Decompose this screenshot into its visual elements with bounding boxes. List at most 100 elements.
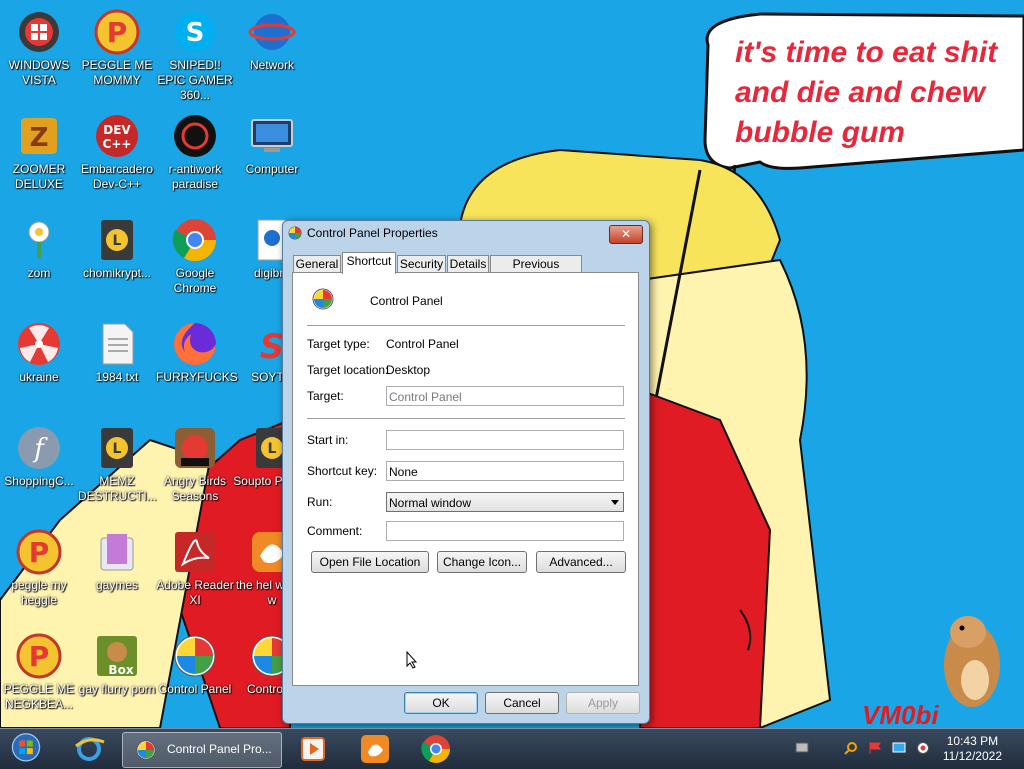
tab-security[interactable]: Security	[397, 255, 446, 273]
lock-file-icon: L	[101, 220, 133, 260]
shortcut-key-field[interactable]: None	[386, 461, 624, 481]
shortcut-key-label: Shortcut key:	[307, 464, 378, 478]
desktop-icon[interactable]: FURRYFUCKS	[156, 320, 238, 385]
svg-text:L: L	[113, 233, 122, 249]
desktop-icon-label: zom	[27, 266, 51, 280]
desktop-icon[interactable]: zom	[0, 216, 78, 281]
desktop-icon[interactable]: Box gay flurry porn	[78, 632, 156, 697]
chrome-icon[interactable]	[419, 732, 453, 766]
divider	[307, 418, 625, 419]
apply-button[interactable]: Apply	[566, 692, 640, 714]
flag-icon[interactable]	[868, 741, 882, 755]
desktop-icon[interactable]: P PEGGLE ME MOMMY	[78, 8, 156, 88]
desktop-icon-label: chomikrypt...	[82, 266, 151, 280]
desktop-icon[interactable]: Computer	[233, 112, 311, 177]
desktop-icon-label: Computer	[245, 162, 299, 176]
desktop-icon[interactable]: Z ZOOMER DELUXE	[0, 112, 78, 192]
media-player-icon[interactable]	[296, 732, 330, 766]
desktop-icon-label: PEGGLE ME NEGKBEA...	[3, 682, 75, 711]
desktop-icon-label: ShoppingC...	[4, 474, 74, 488]
search-icon[interactable]	[844, 741, 858, 755]
comment-label: Comment:	[307, 524, 363, 538]
target-label: Target:	[307, 389, 344, 403]
tab-shortcut[interactable]: Shortcut	[342, 252, 396, 274]
internet-explorer-icon[interactable]	[72, 732, 106, 766]
desktop-icon-label: Embarcadero Dev-C++	[80, 162, 154, 191]
run-select-value: Normal window	[389, 496, 472, 510]
target-location-value: Desktop	[386, 363, 431, 377]
desktop-icon-label: gaymes	[95, 578, 139, 592]
desktop-icon[interactable]: Angry Birds Seasons	[156, 424, 234, 504]
taskbar-window-label: Control Panel Pro...	[167, 742, 272, 756]
control-panel-icon	[312, 288, 334, 310]
properties-dialog: Control Panel Properties ✕ General Short…	[282, 220, 650, 724]
run-select[interactable]: Normal window	[386, 492, 624, 512]
svg-text:DEV: DEV	[103, 123, 131, 137]
taskbar-window-control-panel[interactable]: Control Panel Pro...	[122, 732, 282, 768]
firefox-icon	[174, 323, 216, 365]
clock-date: 11/12/2022	[942, 749, 1002, 763]
target-field[interactable]: Control Panel	[386, 386, 624, 406]
desktop-icon[interactable]: 1984.txt	[78, 320, 156, 385]
desktop-icon[interactable]: f ShoppingC...	[0, 424, 78, 489]
close-button[interactable]: ✕	[609, 225, 643, 244]
tab-general[interactable]: General	[293, 255, 341, 273]
advanced-button[interactable]: Advanced...	[536, 551, 626, 573]
desktop-icon[interactable]: Google Chrome	[156, 216, 234, 296]
display-icon[interactable]	[892, 741, 906, 755]
network-icon	[248, 14, 296, 50]
control-panel-icon	[174, 635, 216, 677]
vista-orb-icon	[19, 12, 59, 52]
chevron-down-icon	[611, 500, 619, 505]
text-file-icon	[102, 323, 134, 365]
divider	[307, 325, 625, 326]
watermark: VM0bi	[862, 700, 939, 730]
change-icon-button[interactable]: Change Icon...	[437, 551, 527, 573]
desktop-icon-label: WINDOWS VISTA	[8, 58, 70, 87]
flash-icon: f	[18, 427, 60, 469]
desktop-icon[interactable]: Control Panel	[156, 632, 234, 697]
desktop-icon[interactable]: Lchomikrypt...	[78, 216, 156, 281]
ok-button[interactable]: OK	[404, 692, 478, 714]
dialog-titlebar[interactable]: Control Panel Properties ✕	[283, 221, 649, 247]
peggle-icon: P	[16, 633, 62, 679]
desktop-icon-label: gay flurry porn	[78, 682, 156, 696]
desktop-icon[interactable]: Adobe Reader XI	[156, 528, 234, 608]
desktop-icon[interactable]: r-antiwork paradise	[156, 112, 234, 192]
target-type-label: Target type:	[307, 337, 370, 351]
peggle-icon: P	[16, 529, 62, 575]
svg-text:C++: C++	[103, 137, 132, 151]
desktop-icon[interactable]: DEV C++ Embarcadero Dev-C++	[78, 112, 156, 192]
desktop-icon[interactable]: Network	[233, 8, 311, 73]
zoomer-icon: Z	[21, 118, 57, 154]
desktop-icon[interactable]: Ppeggle my heggle	[0, 528, 78, 608]
desktop-icon[interactable]: L MEMZ DESTRUCTI...	[78, 424, 157, 504]
network-tray-icon[interactable]	[795, 741, 809, 755]
clock[interactable]: 10:43 PM 11/12/2022	[943, 734, 1002, 764]
folder-icon	[100, 534, 134, 571]
target-type-value: Control Panel	[386, 337, 459, 351]
dialog-title: Control Panel Properties	[307, 226, 438, 240]
desktop-icon-label: Google Chrome	[173, 266, 217, 295]
antiwork-icon	[174, 115, 216, 157]
desktop-icon-label: ukraine	[19, 370, 59, 384]
tab-previous-versions[interactable]: Previous Versions	[490, 255, 582, 288]
clock-time: 10:43 PM	[946, 734, 999, 748]
desktop-icon[interactable]: P PEGGLE ME NEGKBEA...	[0, 632, 78, 712]
start-button-icon[interactable]	[6, 732, 46, 766]
desktop-icon[interactable]: ukraine	[0, 320, 78, 385]
cancel-button[interactable]: Cancel	[485, 692, 559, 714]
desktop-icon[interactable]: S SNIPED!! EPIC GAMER 360...	[156, 8, 234, 103]
volume-icon[interactable]	[916, 741, 930, 755]
start-in-field[interactable]	[386, 430, 624, 450]
open-file-location-button[interactable]: Open File Location	[311, 551, 429, 573]
svg-text:L: L	[268, 441, 277, 457]
svg-text:S: S	[186, 18, 205, 48]
control-panel-icon	[136, 740, 156, 760]
comment-field[interactable]	[386, 521, 624, 541]
uc-browser-icon[interactable]	[358, 732, 392, 766]
tab-details[interactable]: Details	[447, 255, 489, 273]
speech-bubble-text: it's time to eat shit and die and chew b…	[735, 36, 998, 149]
desktop-icon[interactable]: WINDOWS VISTA	[0, 8, 78, 88]
desktop-icon[interactable]: gaymes	[78, 528, 156, 593]
